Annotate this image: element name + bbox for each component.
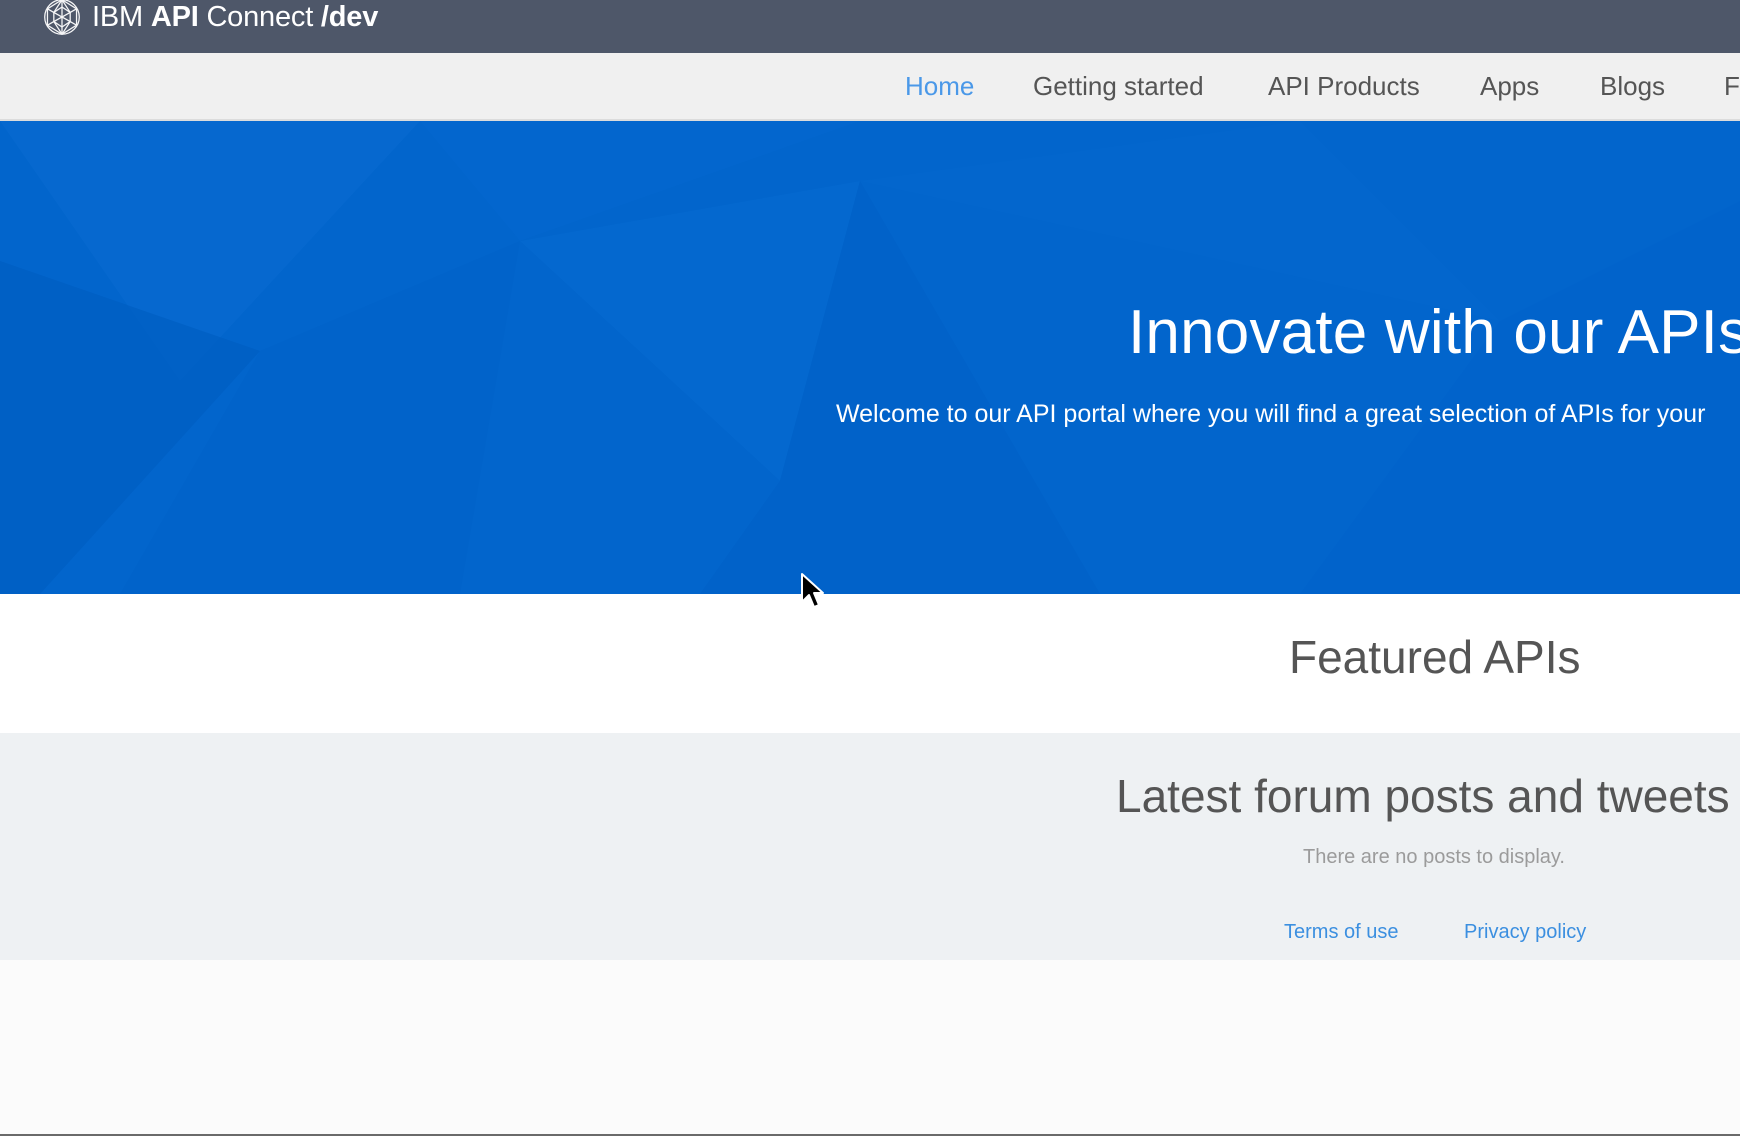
top-bar: IBM API Connect /dev — [0, 0, 1740, 53]
mouse-pointer-icon — [801, 573, 824, 608]
hero-subtitle: Welcome to our API portal where you will… — [836, 400, 1706, 428]
main-nav: Home Getting started API Products Apps B… — [0, 53, 1740, 121]
nav-apps[interactable]: Apps — [1480, 71, 1539, 102]
brand-text: IBM API Connect /dev — [92, 1, 378, 34]
privacy-policy-link[interactable]: Privacy policy — [1464, 921, 1586, 944]
brand-api: API — [150, 0, 199, 33]
terms-of-use-link[interactable]: Terms of use — [1284, 921, 1398, 944]
ibm-geodesic-sphere-icon — [44, 0, 80, 36]
nav-api-products[interactable]: API Products — [1268, 71, 1420, 102]
nav-getting-started[interactable]: Getting started — [1033, 71, 1204, 102]
brand-prefix: IBM — [92, 0, 143, 33]
latest-posts-heading: Latest forum posts and tweets — [1116, 770, 1730, 822]
nav-blogs[interactable]: Blogs — [1600, 71, 1665, 102]
page-bottom-area — [0, 960, 1740, 1136]
featured-apis-section: Featured APIs — [0, 594, 1740, 733]
brand-logo-link[interactable]: IBM API Connect /dev — [40, 0, 378, 38]
brand-suffix: /dev — [320, 0, 379, 33]
featured-apis-heading: Featured APIs — [1289, 631, 1581, 683]
hero-title: Innovate with our APIs — [1128, 298, 1740, 367]
empty-posts-message: There are no posts to display. — [1303, 846, 1565, 868]
nav-forums-truncated[interactable]: F — [1724, 71, 1740, 102]
nav-home[interactable]: Home — [905, 71, 974, 102]
brand-connect: Connect — [206, 0, 314, 33]
latest-posts-section: Latest forum posts and tweets There are … — [0, 733, 1740, 960]
hero-banner: Innovate with our APIs Welcome to our AP… — [0, 121, 1740, 594]
